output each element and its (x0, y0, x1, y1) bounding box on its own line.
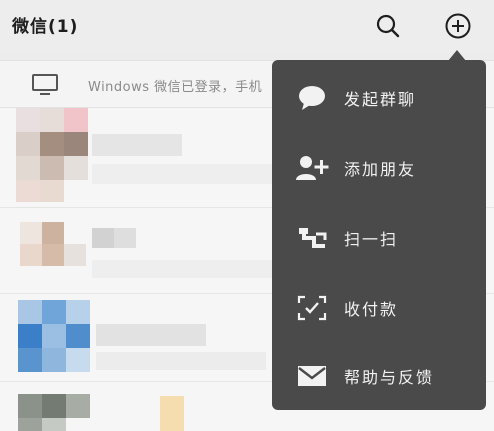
app-title: 微信(1) (12, 17, 79, 37)
menu-item-label: 添加朋友 (344, 160, 417, 179)
search-icon (376, 14, 400, 38)
menu-item-label: 收付款 (344, 300, 399, 319)
menu-item-help-feedback[interactable]: 帮助与反馈 (272, 348, 486, 404)
chat-bubble-icon (299, 86, 325, 110)
payment-qr-icon (297, 295, 327, 321)
top-bar: 微信(1) (0, 0, 494, 52)
monitor-icon (32, 74, 58, 95)
menu-item-label: 帮助与反馈 (344, 368, 435, 387)
mail-icon (298, 366, 326, 386)
blurred-avatar (20, 222, 42, 244)
add-friend-icon (296, 156, 329, 180)
add-button[interactable] (442, 10, 474, 42)
search-button[interactable] (372, 10, 404, 42)
plus-popup-menu: 发起群聊 添加朋友 扫一扫 收付款 帮助与反馈 (272, 60, 486, 410)
scan-icon (299, 228, 327, 248)
menu-item-start-group-chat[interactable]: 发起群聊 (272, 70, 486, 126)
menu-item-scan[interactable]: 扫一扫 (272, 210, 486, 266)
menu-item-money[interactable]: 收付款 (272, 280, 486, 336)
login-notice-text: Windows 微信已登录，手机 (88, 80, 263, 95)
menu-item-label: 发起群聊 (344, 90, 417, 109)
blurred-avatar (16, 108, 40, 132)
menu-item-label: 扫一扫 (344, 230, 399, 249)
menu-item-add-friend[interactable]: 添加朋友 (272, 140, 486, 196)
blurred-avatar (18, 300, 42, 324)
blurred-avatar (18, 394, 42, 418)
add-icon (445, 13, 471, 39)
